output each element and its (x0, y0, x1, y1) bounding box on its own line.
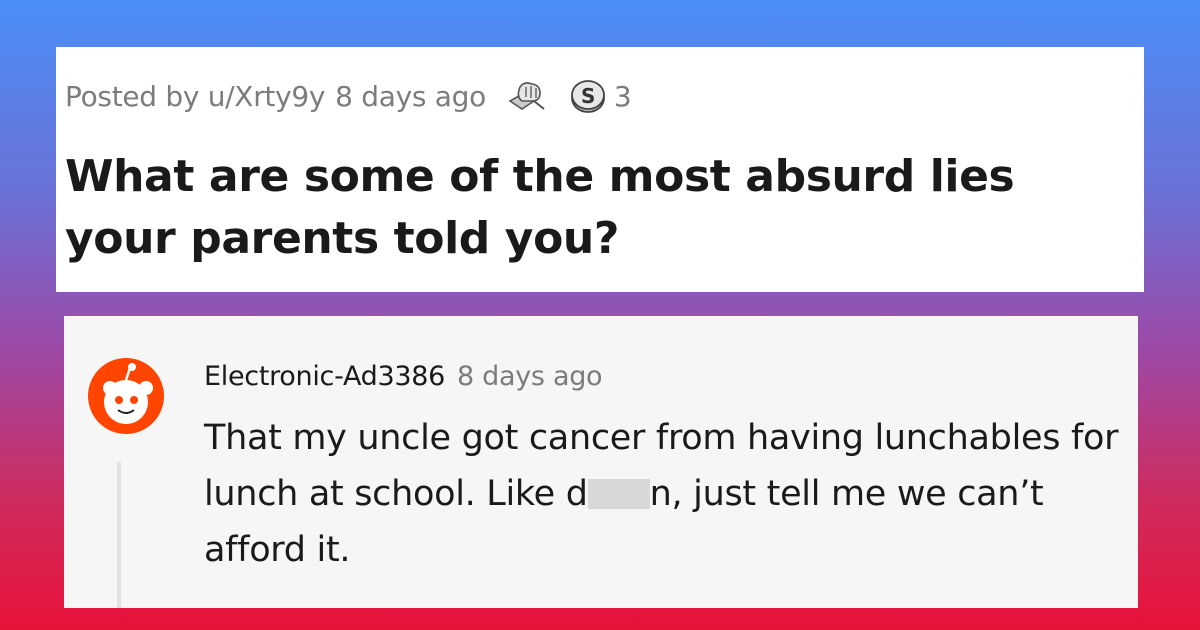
svg-text:S: S (581, 84, 595, 108)
fist-bump-award-icon[interactable] (504, 79, 550, 113)
comment-meta: Electronic-Ad3386 8 days ago (204, 358, 603, 394)
post-title[interactable]: What are some of the most absurd lies yo… (65, 146, 1075, 270)
post-time: 8 days ago (335, 79, 486, 113)
award-count: 3 (613, 79, 632, 113)
thread-line[interactable] (117, 462, 121, 608)
posted-by-label[interactable]: Posted by u/Xrty9y (65, 80, 325, 113)
comment-body: That my uncle got cancer from having lun… (204, 410, 1124, 578)
comment-author[interactable]: Electronic-Ad3386 (204, 361, 445, 392)
comment-time: 8 days ago (457, 360, 603, 392)
reddit-snoo-avatar-icon[interactable] (88, 358, 164, 434)
redaction-bar (587, 479, 650, 509)
silver-coin-award-icon[interactable]: S (568, 78, 608, 114)
post-meta: Posted by u/Xrty9y 8 days ago S 3 (65, 78, 632, 114)
